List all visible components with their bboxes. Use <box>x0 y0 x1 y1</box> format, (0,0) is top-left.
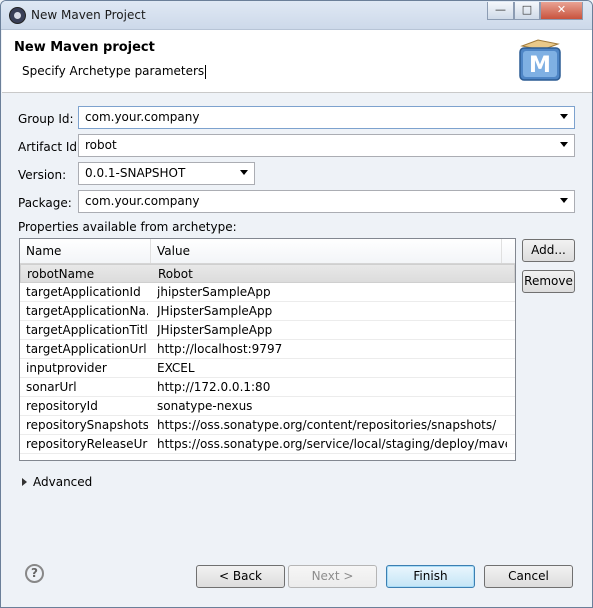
artifact-id-label: Artifact Id: <box>18 140 82 154</box>
version-label: Version: <box>18 168 67 182</box>
table-row[interactable]: inputprovider EXCEL <box>20 359 515 378</box>
wizard-title: New Maven project <box>14 40 155 55</box>
back-button[interactable]: < Back <box>196 565 285 588</box>
remove-button[interactable]: Remove <box>522 270 575 293</box>
table-header: Name Value <box>20 239 515 264</box>
maven-logo-icon: M <box>519 39 561 81</box>
title-bar: New Maven Project — □ ✕ <box>1 1 592 30</box>
property-name-cell[interactable]: targetApplicationNa... <box>26 302 148 320</box>
help-icon[interactable]: ? <box>25 564 44 583</box>
property-value-cell[interactable]: https://oss.sonatype.org/service/local/s… <box>157 435 507 453</box>
property-value-cell[interactable]: http://localhost:9797 <box>157 340 507 358</box>
expand-arrow-icon[interactable] <box>22 478 27 486</box>
window-title: New Maven Project <box>31 8 146 22</box>
wizard-description: Specify Archetype parameters <box>22 64 207 79</box>
property-name-cell[interactable]: targetApplicationId <box>26 283 148 301</box>
version-select[interactable]: 0.0.1-SNAPSHOT <box>78 162 255 185</box>
table-row[interactable]: repositoryId sonatype-nexus <box>20 397 515 416</box>
table-row[interactable]: robotName Robot <box>20 264 515 283</box>
svg-text:M: M <box>529 53 551 78</box>
maximize-button[interactable]: □ <box>514 2 540 20</box>
table-row[interactable]: targetApplicationUrl http://localhost:979… <box>20 340 515 359</box>
advanced-toggle[interactable]: Advanced <box>33 475 92 489</box>
eclipse-icon <box>9 7 26 24</box>
minimize-button[interactable]: — <box>487 2 514 20</box>
new-maven-project-dialog: New Maven Project — □ ✕ New Maven projec… <box>0 0 593 608</box>
column-header-value[interactable]: Value <box>151 239 502 263</box>
wizard-header: New Maven project Specify Archetype para… <box>2 30 592 93</box>
package-field[interactable]: com.your.company <box>78 190 575 213</box>
table-row[interactable]: repositorySnapshots... https://oss.sonaty… <box>20 416 515 435</box>
chevron-down-icon[interactable] <box>240 170 248 175</box>
chevron-down-icon[interactable] <box>560 114 568 119</box>
table-row[interactable]: targetApplicationTitle JHipsterSampleApp <box>20 321 515 340</box>
group-id-field[interactable]: com.your.company <box>78 106 575 129</box>
property-name-cell[interactable]: targetApplicationTitle <box>26 321 148 339</box>
add-button[interactable]: Add... <box>522 239 575 262</box>
property-value-cell[interactable]: JHipsterSampleApp <box>157 321 507 339</box>
cancel-button[interactable]: Cancel <box>484 565 573 588</box>
properties-table[interactable]: Name Value robotName Robot targetApplicati… <box>19 238 516 461</box>
chevron-down-icon[interactable] <box>560 198 568 203</box>
table-row[interactable]: repositoryReleaseUrl https://oss.sonatype… <box>20 435 515 454</box>
property-value-cell[interactable]: Robot <box>158 265 508 283</box>
property-name-cell[interactable]: robotName <box>27 265 149 283</box>
artifact-id-field[interactable]: robot <box>78 134 575 157</box>
package-label: Package: <box>18 196 72 210</box>
property-value-cell[interactable]: jhipsterSampleApp <box>157 283 507 301</box>
property-name-cell[interactable]: sonarUrl <box>26 378 148 396</box>
property-name-cell[interactable]: repositoryId <box>26 397 148 415</box>
properties-label: Properties available from archetype: <box>18 220 237 234</box>
property-name-cell[interactable]: repositoryReleaseUrl <box>26 435 148 453</box>
group-id-label: Group Id: <box>18 112 74 126</box>
table-row[interactable]: targetApplicationNa... JHipsterSampleApp <box>20 302 515 321</box>
finish-button[interactable]: Finish <box>386 565 475 588</box>
property-name-cell[interactable]: targetApplicationUrl <box>26 340 148 358</box>
close-button[interactable]: ✕ <box>540 2 583 20</box>
property-value-cell[interactable]: EXCEL <box>157 359 507 377</box>
property-value-cell[interactable]: https://oss.sonatype.org/content/reposit… <box>157 416 507 434</box>
chevron-down-icon[interactable] <box>560 142 568 147</box>
property-name-cell[interactable]: inputprovider <box>26 359 148 377</box>
property-value-cell[interactable]: sonatype-nexus <box>157 397 507 415</box>
column-header-name[interactable]: Name <box>20 239 151 263</box>
table-row[interactable]: sonarUrl http://172.0.0.1:80 <box>20 378 515 397</box>
next-button[interactable]: Next > <box>288 565 377 588</box>
property-value-cell[interactable]: JHipsterSampleApp <box>157 302 507 320</box>
table-row[interactable]: targetApplicationId jhipsterSampleApp <box>20 283 515 302</box>
property-name-cell[interactable]: repositorySnapshots... <box>26 416 148 434</box>
property-value-cell[interactable]: http://172.0.0.1:80 <box>157 378 507 396</box>
